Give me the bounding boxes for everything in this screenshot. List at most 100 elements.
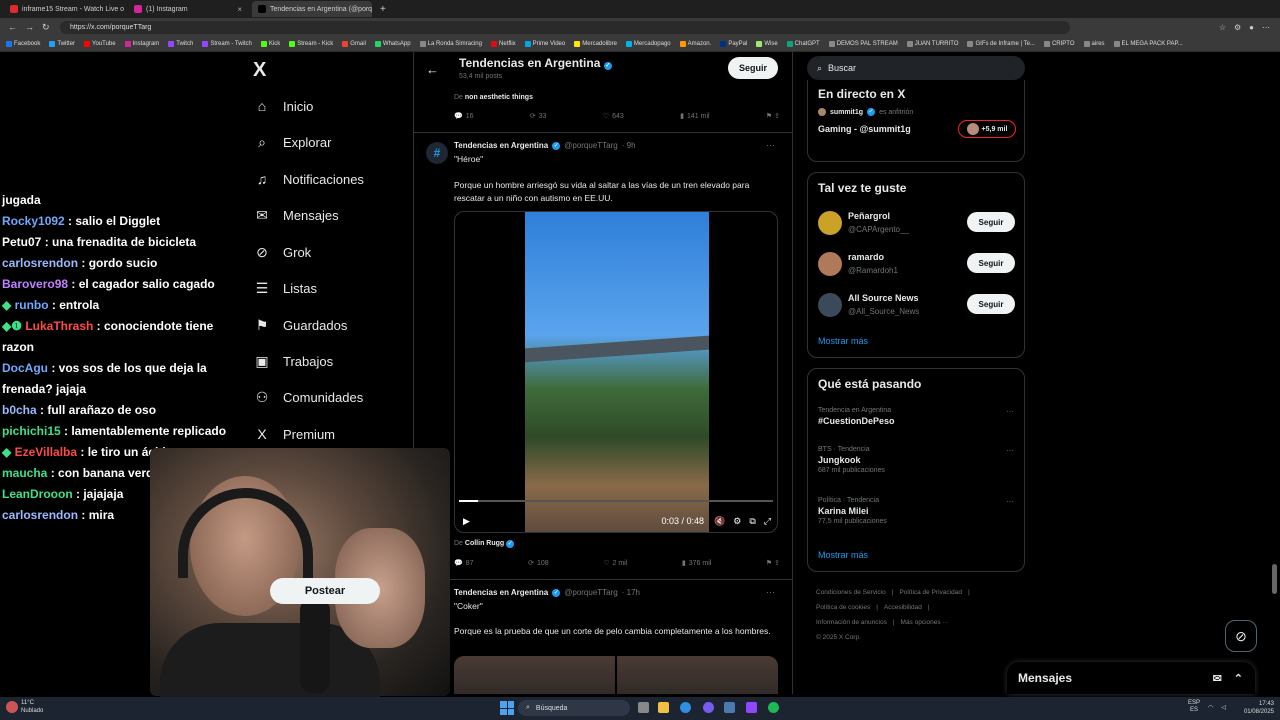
trend-item[interactable]: BTS · Tendencia Jungkook 687 mil publicaci…: [818, 446, 1018, 474]
repost-button[interactable]: ⟳ 108: [528, 559, 549, 568]
wifi-icon[interactable]: ◠: [1208, 704, 1213, 711]
footer-link[interactable]: Información de anuncios: [816, 619, 887, 626]
bookmark-item[interactable]: WhatsApp: [374, 40, 411, 47]
avatar[interactable]: [818, 211, 842, 235]
more-icon[interactable]: ···: [1006, 446, 1014, 455]
avatar[interactable]: [818, 252, 842, 276]
close-tab-icon[interactable]: ×: [237, 5, 242, 14]
bookmark-item[interactable]: Netflix: [490, 40, 516, 47]
browser-tab[interactable]: inframe15 Stream - Watch Live o×: [4, 1, 124, 17]
windows-start-icon[interactable]: [500, 701, 514, 715]
footer-link[interactable]: Política de cookies: [816, 604, 870, 611]
live-host[interactable]: summit1g ✓ es anfitrión: [818, 108, 913, 116]
more-icon[interactable]: ···: [766, 140, 775, 150]
app-icon[interactable]: [746, 702, 757, 713]
back-arrow-icon[interactable]: ←: [426, 62, 439, 77]
footer-link[interactable]: © 2025 X Corp.: [816, 634, 861, 641]
bookmark-item[interactable]: YouTube: [84, 40, 116, 47]
clock[interactable]: 17:43 01/08/2025: [1234, 700, 1274, 716]
url-field[interactable]: https://x.com/porqueTTarg: [60, 20, 1070, 34]
reply-button[interactable]: 💬 16: [454, 112, 474, 121]
forward-icon[interactable]: →: [25, 22, 34, 33]
nav-item-guardados[interactable]: ⚑ Guardados: [253, 313, 348, 337]
expand-icon[interactable]: ⌃: [1234, 672, 1243, 685]
live-listeners[interactable]: +5,9 mil: [958, 120, 1016, 138]
views-button[interactable]: ▮ 376 mil: [682, 559, 711, 568]
suggested-account[interactable]: All Source News @All_Source_News Seguir: [818, 291, 1018, 321]
tweet-time[interactable]: · 9h: [622, 141, 636, 150]
footer-link[interactable]: Accesibilidad: [884, 604, 922, 611]
bookmark-icon[interactable]: ⚑ ⇪: [766, 112, 780, 120]
menu-icon[interactable]: ⋯: [1262, 23, 1270, 32]
reply-button[interactable]: 💬 87: [454, 559, 474, 568]
bookmark-item[interactable]: Wise: [756, 40, 778, 47]
tweet-image[interactable]: [617, 656, 778, 694]
bookmark-item[interactable]: CRIPTO: [1043, 40, 1075, 47]
footer-link[interactable]: Condiciones de Servicio: [816, 589, 886, 596]
video-progress[interactable]: [459, 500, 773, 502]
bookmark-item[interactable]: Facebook: [6, 40, 40, 47]
suggested-account[interactable]: ramardo @Ramardoh1 Seguir: [818, 250, 1018, 280]
volume-icon[interactable]: ◁: [1221, 704, 1226, 711]
nav-item-premium[interactable]: X Premium: [253, 422, 335, 446]
bookmark-item[interactable]: JUAN TURRITO: [906, 40, 958, 47]
reload-icon[interactable]: ↻: [42, 22, 50, 33]
trend-item[interactable]: Tendencia en Argentina #CuestionDePeso ···: [818, 407, 1018, 426]
taskbar-search[interactable]: ⌕ Búsqueda: [518, 700, 630, 716]
profile-icon[interactable]: ●: [1249, 23, 1254, 32]
bookmark-item[interactable]: Prime Video: [524, 40, 565, 47]
explorer-icon[interactable]: [658, 702, 669, 713]
more-icon[interactable]: ···: [1006, 407, 1014, 416]
footer-link[interactable]: Política de Privacidad: [899, 589, 962, 596]
language-indicator[interactable]: ESP ES: [1188, 700, 1200, 714]
suggested-account[interactable]: Peñargrol @CAPArgento__ Seguir: [818, 209, 1018, 239]
browser-tab[interactable]: Tendencias en Argentina (@porqu×: [252, 1, 372, 17]
bookmark-item[interactable]: PayPal: [720, 40, 747, 47]
bookmark-item[interactable]: Stream - Kick: [289, 40, 333, 47]
bookmark-item[interactable]: Mercadolibre: [574, 40, 617, 47]
trend-item[interactable]: Política · Tendencia Karina Milei 77,5 mil…: [818, 497, 1018, 525]
star-icon[interactable]: ☆: [1219, 23, 1226, 32]
footer-link[interactable]: Más opciones ···: [901, 619, 949, 626]
follow-button[interactable]: Seguir: [967, 294, 1015, 314]
settings-icon[interactable]: ⚙: [733, 516, 741, 527]
x-logo[interactable]: X: [253, 59, 266, 82]
tweet-handle[interactable]: @porqueTTarg: [564, 141, 617, 150]
nav-item-trabajos[interactable]: ▣ Trabajos: [253, 349, 333, 373]
mute-icon[interactable]: 🔇: [714, 516, 725, 527]
post-button[interactable]: Postear: [270, 578, 380, 604]
nav-item-grok[interactable]: ⊘ Grok: [253, 240, 311, 264]
bookmark-item[interactable]: EL MEGA PACK PAP...: [1113, 40, 1183, 47]
messages-drawer[interactable]: Mensajes ✉ ⌃: [1007, 662, 1255, 694]
grok-icon[interactable]: ⊘: [1225, 620, 1257, 652]
source-name[interactable]: non aesthetic things: [465, 94, 533, 101]
nav-item-explorar[interactable]: ⌕ Explorar: [253, 130, 331, 154]
bookmark-item[interactable]: Kick: [260, 40, 280, 47]
steam-icon[interactable]: [724, 702, 735, 713]
tweet-author[interactable]: Tendencias en Argentina: [454, 141, 548, 150]
spotify-icon[interactable]: [768, 702, 779, 713]
bookmark-item[interactable]: Twitch: [168, 40, 193, 47]
avatar[interactable]: [818, 293, 842, 317]
bookmark-item[interactable]: Mercadopago: [625, 40, 671, 47]
extensions-icon[interactable]: ⚙: [1234, 23, 1241, 32]
fullscreen-icon[interactable]: ⤢: [764, 516, 771, 527]
follow-button[interactable]: Seguir: [728, 57, 778, 79]
edge-icon[interactable]: [680, 702, 691, 713]
like-button[interactable]: ♡ 2 mil: [603, 559, 627, 568]
bookmark-item[interactable]: Instagram: [124, 40, 159, 47]
like-button[interactable]: ♡ 643: [603, 112, 624, 121]
nav-item-inicio[interactable]: ⌂ Inicio: [253, 94, 314, 118]
live-title[interactable]: Gaming - @summit1g: [818, 124, 911, 134]
bookmark-icon[interactable]: ⚑ ⇪: [766, 559, 780, 567]
browser-tab[interactable]: (1) Instagram ×: [128, 1, 248, 17]
follow-button[interactable]: Seguir: [967, 212, 1015, 232]
tweet-handle[interactable]: @porqueTTarg: [564, 588, 617, 597]
trends-more-link[interactable]: Mostrar más: [818, 550, 868, 560]
bookmark-item[interactable]: DEMOS PAL STREAM: [828, 40, 898, 47]
nav-item-notificaciones[interactable]: ♫ Notificaciones: [253, 167, 364, 191]
weather-widget[interactable]: 11°C Nublado: [6, 699, 43, 715]
more-icon[interactable]: ···: [1006, 497, 1014, 506]
source-name[interactable]: Collin Rugg: [465, 540, 504, 547]
play-icon[interactable]: ▶: [463, 516, 470, 527]
